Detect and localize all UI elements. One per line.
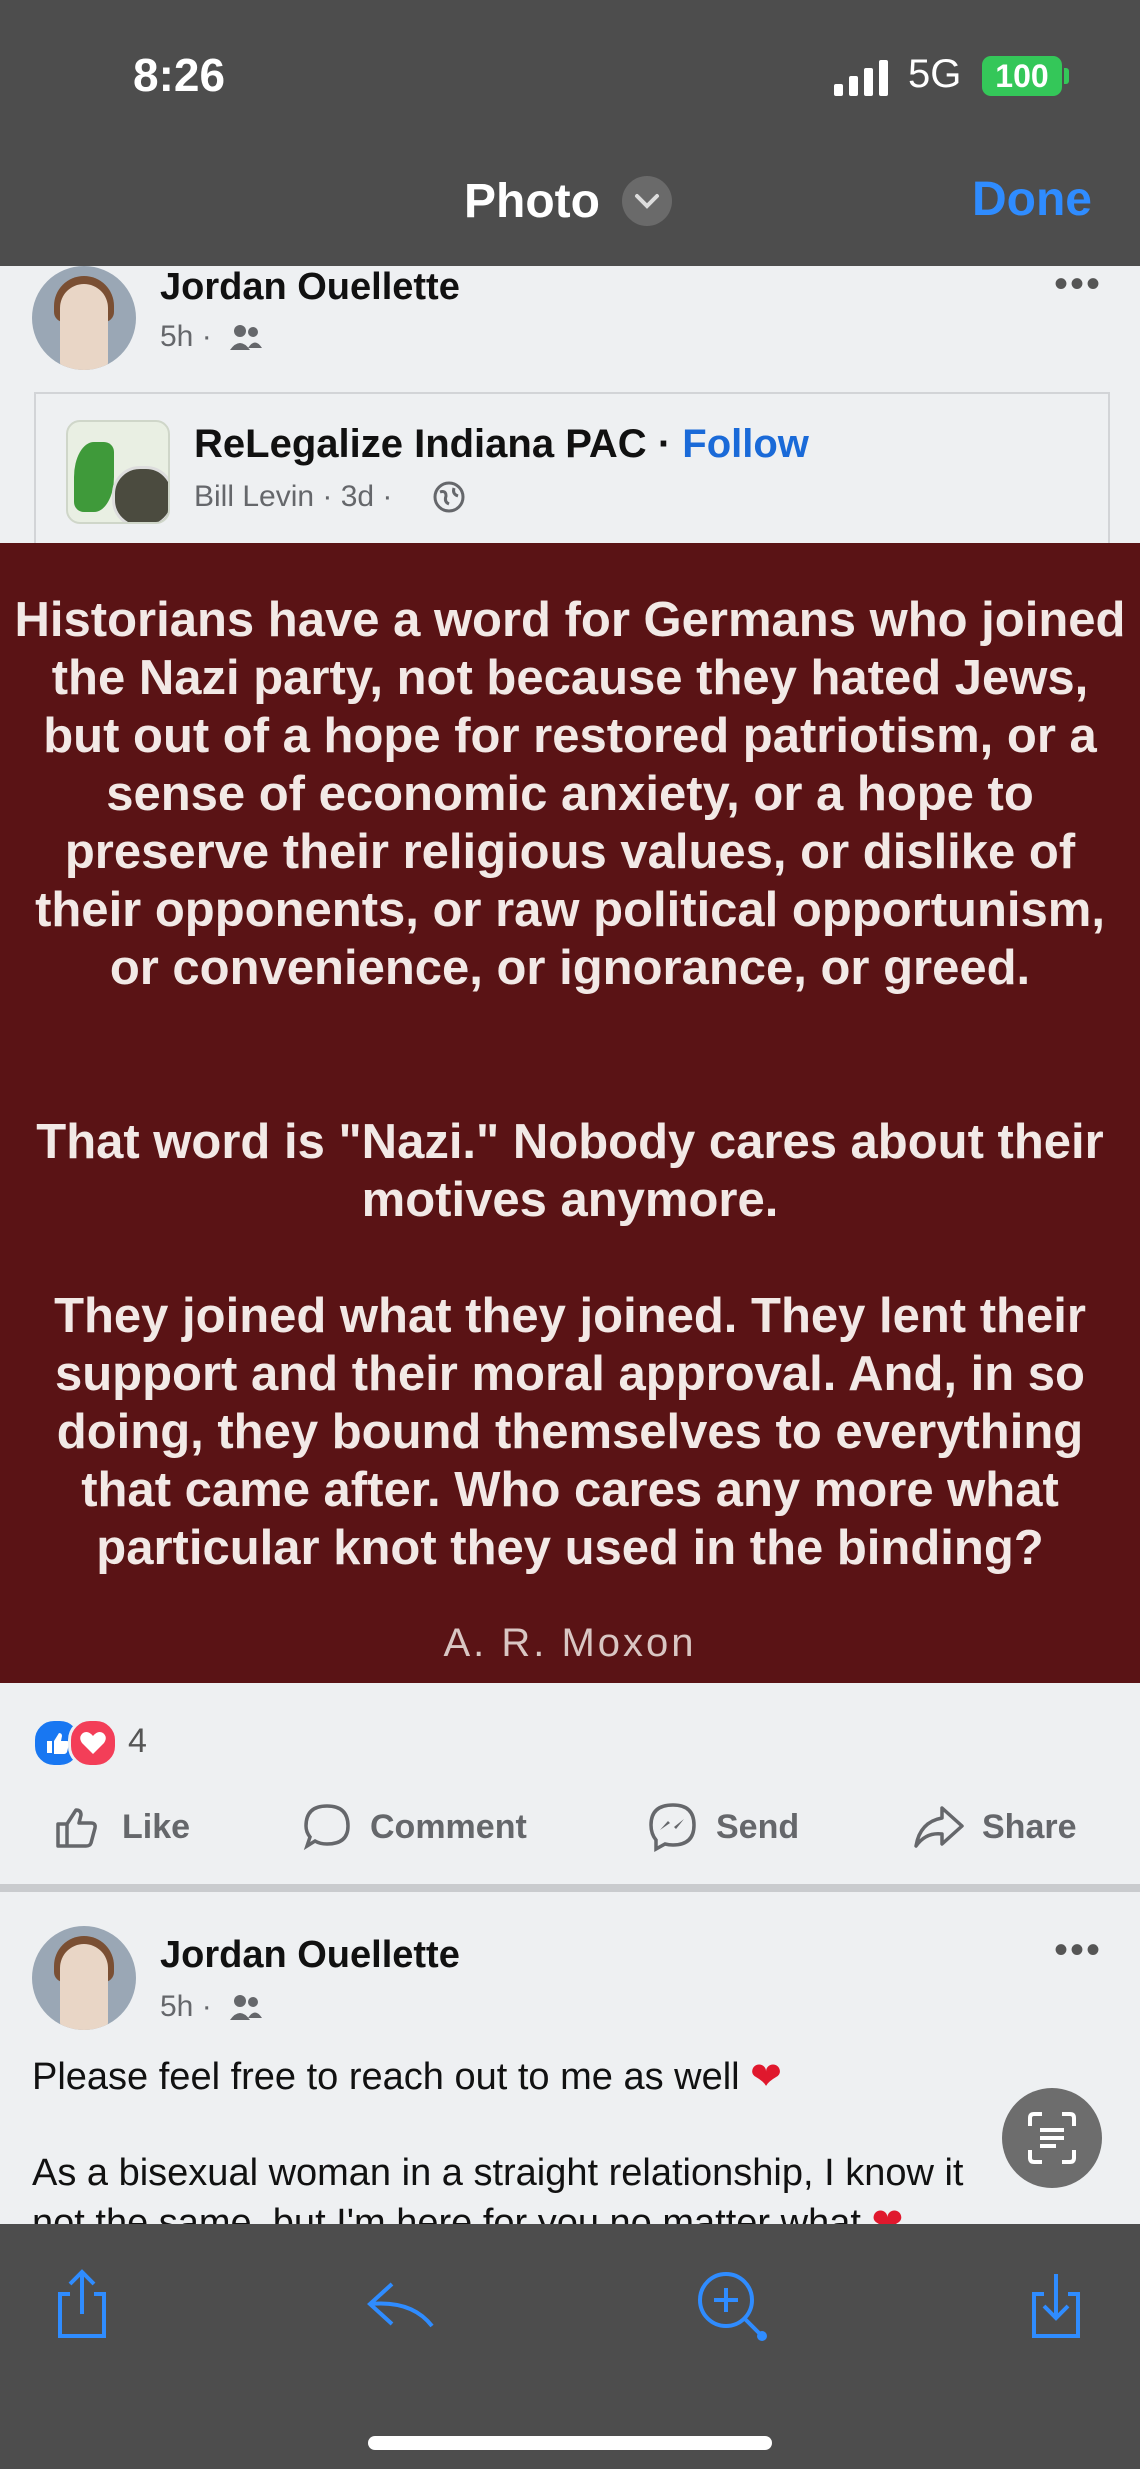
post-text-line-3: not the same, but I'm here for you no ma… [32,2200,903,2224]
friends-icon [230,1995,262,2020]
messenger-icon [649,1803,696,1852]
post-divider [0,1884,1140,1892]
globe-icon [433,481,465,513]
shared-byline: Bill Levin · 3d · [194,480,393,513]
zoom-in-icon[interactable] [690,2264,770,2344]
status-bar: 8:26 5G 100 [0,0,1140,150]
battery-icon: 100 [982,56,1062,96]
share-label: Share [982,1807,1077,1846]
heart-emoji-icon: ❤ [871,2202,904,2224]
quote-image[interactable]: Historians have a word for Germans who j… [0,543,1140,1683]
comment-button[interactable]: Comment [300,1800,527,1854]
comment-label: Comment [370,1807,527,1846]
battery-tip [1064,68,1069,84]
done-button[interactable]: Done [972,172,1092,227]
post-actions: Like Comment Send Share [0,1790,1140,1870]
post-text: not the same, but I'm here for you no ma… [32,2202,861,2224]
post-author[interactable]: Jordan Ouellette [160,1934,460,1977]
quote-paragraph-1: Historians have a word for Germans who j… [14,593,1126,995]
share-icon [914,1806,964,1848]
post-time: 5h · [160,1990,212,2023]
photo-toolbar [0,2224,1140,2469]
page-avatar[interactable] [66,420,170,524]
post-author[interactable]: Jordan Ouellette [160,266,460,309]
post-text-line-2: As a bisexual woman in a straight relati… [32,2152,964,2194]
live-text-icon [1028,2112,1076,2164]
more-options-icon[interactable]: ••• [1054,1928,1102,1973]
photo-title-bar: Photo Done [0,150,1140,266]
shared-post-header[interactable]: ReLegalize Indiana PAC · Follow Bill Lev… [34,392,1110,544]
follow-button[interactable]: Follow [682,422,809,466]
heart-emoji-icon: ❤ [750,2056,783,2098]
quote-paragraph-3: They joined what they joined. They lent … [54,1289,1086,1575]
signal-icon [834,60,888,96]
home-indicator[interactable] [368,2436,772,2450]
network-type: 5G [908,52,962,96]
like-button[interactable]: Like [52,1800,190,1854]
like-label: Like [122,1807,191,1846]
share-sheet-icon[interactable] [42,2264,122,2344]
send-label: Send [716,1807,800,1846]
send-button[interactable]: Send [646,1800,799,1854]
share-button[interactable]: Share [912,1800,1077,1854]
chevron-down-icon[interactable] [622,176,672,226]
download-icon[interactable] [1016,2264,1096,2344]
post-text-line-1: Please feel free to reach out to me as w… [32,2054,782,2099]
status-time: 8:26 [133,49,226,101]
more-options-icon[interactable]: ••• [1054,262,1102,307]
avatar[interactable] [32,1926,136,2030]
reply-icon[interactable] [362,2264,442,2344]
live-text-button[interactable] [1002,2088,1102,2188]
comment-icon [303,1804,350,1851]
quote-author: A. R. Moxon [443,1621,697,1665]
love-reaction-icon [68,1718,118,1768]
quote-paragraph-2: That word is "Nazi." Nobody cares about … [36,1115,1104,1227]
thumbs-up-icon [56,1808,97,1848]
reaction-count: 4 [128,1722,147,1760]
battery-level: 100 [995,58,1049,94]
photo-title[interactable]: Photo [464,174,600,229]
post-time: 5h · [160,320,212,353]
page-name[interactable]: ReLegalize Indiana PAC [194,422,647,466]
friends-icon [230,325,262,350]
avatar[interactable] [32,266,136,370]
separator: · [657,422,672,466]
post-text: Please feel free to reach out to me as w… [32,2056,740,2098]
